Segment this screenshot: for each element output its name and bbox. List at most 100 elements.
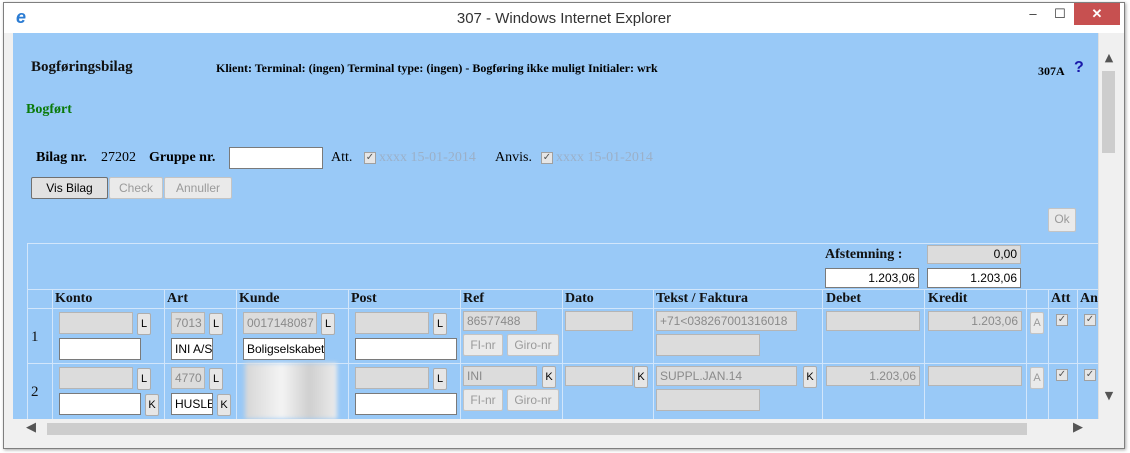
dato-input [565, 366, 633, 386]
col-debet: Debet [826, 291, 861, 306]
redacted-kunde [245, 363, 337, 419]
annuller-button[interactable]: Annuller [164, 177, 232, 199]
art-lookup-button[interactable]: L [209, 368, 223, 390]
col-kredit: Kredit [928, 291, 968, 306]
col-art: Art [167, 291, 188, 306]
post-text-input[interactable] [355, 393, 457, 415]
debet-input [826, 311, 920, 331]
att-row-checkbox[interactable]: ✓ [1056, 314, 1068, 326]
gruppe-nr-input[interactable] [229, 147, 323, 169]
status-text: Bogført [26, 102, 72, 117]
an-row-checkbox[interactable]: ✓ [1084, 314, 1096, 326]
page-title: Bogføringsbilag [31, 59, 133, 75]
row-number: 1 [31, 329, 39, 345]
vertical-scrollbar[interactable]: ▲ ▼ [1098, 33, 1118, 419]
col-tekst: Tekst / Faktura [656, 291, 749, 306]
check-button[interactable]: Check [109, 177, 163, 199]
row-divider [27, 363, 1098, 364]
konto-lookup-button[interactable]: L [137, 368, 151, 390]
art-text-input[interactable]: INI A/S [171, 338, 213, 360]
faktura-input [656, 334, 760, 356]
anvis-value: xxxx 15-01-2014 [556, 150, 653, 165]
post-lookup-button[interactable]: L [433, 368, 447, 390]
close-button[interactable]: ✕ [1074, 3, 1120, 25]
giro-nr-button[interactable]: Giro-nr [507, 389, 559, 411]
minimize-button[interactable]: ‒ [1020, 3, 1046, 25]
scroll-down-icon[interactable]: ▼ [1099, 389, 1119, 402]
art-code-input: 7013 [171, 312, 205, 334]
faktura-input [656, 389, 760, 411]
konto-text-input[interactable] [59, 338, 141, 360]
ok-button[interactable]: Ok [1048, 208, 1076, 232]
tekst-k-button[interactable]: K [803, 366, 817, 388]
title-bar: e 307 - Windows Internet Explorer ‒ ☐ ✕ [4, 3, 1124, 33]
tekst-input: +71<038267001316018 [656, 311, 797, 331]
kredit-input: 1.203,06 [928, 311, 1022, 331]
post-lookup-button[interactable]: L [433, 313, 447, 335]
col-post: Post [351, 291, 377, 306]
art-k-button[interactable]: K [217, 394, 231, 416]
konto-code-input [59, 367, 133, 389]
anvis-label: Anvis. [495, 150, 532, 165]
giro-nr-button[interactable]: Giro-nr [507, 334, 559, 356]
afstemning-kredit-total: 1.203,06 [927, 268, 1021, 288]
post-code-input [355, 367, 429, 389]
konto-k-button[interactable]: K [145, 394, 159, 416]
scroll-right-icon[interactable]: ▶ [1068, 420, 1088, 435]
col-ref: Ref [463, 291, 484, 306]
kunde-lookup-button[interactable]: L [321, 313, 335, 335]
row-number: 2 [31, 384, 39, 400]
konto-text-input[interactable] [59, 393, 141, 415]
col-kunde: Kunde [239, 291, 280, 306]
kredit-input [928, 366, 1022, 386]
fi-nr-button[interactable]: FI-nr [463, 334, 503, 356]
att-row-checkbox[interactable]: ✓ [1056, 369, 1068, 381]
kunde-text-input[interactable]: Boligselskabet [243, 338, 325, 360]
afstemning-diff: 0,00 [927, 245, 1021, 264]
col-att: Att [1051, 291, 1071, 306]
art-lookup-button[interactable]: L [209, 313, 223, 335]
vis-bilag-button[interactable]: Vis Bilag [31, 177, 108, 199]
col-dato: Dato [565, 291, 594, 306]
browser-window: e 307 - Windows Internet Explorer ‒ ☐ ✕ … [3, 2, 1125, 449]
a-button[interactable]: A [1030, 312, 1044, 334]
page-content: Bogføringsbilag Klient: Terminal: (ingen… [13, 33, 1098, 419]
gruppe-nr-label: Gruppe nr. [149, 150, 216, 165]
ref-input: INI [463, 366, 537, 386]
an-row-checkbox[interactable]: ✓ [1084, 369, 1096, 381]
konto-lookup-button[interactable]: L [137, 313, 151, 335]
scroll-left-icon[interactable]: ◀ [21, 420, 41, 435]
horizontal-scrollbar[interactable]: ◀ ▶ [13, 419, 1098, 439]
art-text-input[interactable]: HUSLEJE [171, 393, 213, 415]
afstemning-label: Afstemning : [825, 247, 903, 262]
afstemning-debet-total: 1.203,06 [825, 268, 919, 288]
a-button[interactable]: A [1030, 367, 1044, 389]
col-konto: Konto [55, 291, 93, 306]
att-checkbox[interactable]: ✓ [364, 152, 376, 164]
bilag-nr-label: Bilag nr. [36, 150, 87, 165]
maximize-button[interactable]: ☐ [1046, 3, 1074, 25]
window-title: 307 - Windows Internet Explorer [456, 10, 672, 27]
form-code: 307A [1038, 64, 1065, 78]
row-divider [27, 308, 1098, 309]
col-an: An [1080, 291, 1098, 306]
art-code-input: 4770 [171, 367, 205, 389]
tekst-input: SUPPL.JAN.14 [656, 366, 797, 386]
vertical-scroll-thumb[interactable] [1102, 71, 1115, 153]
post-text-input[interactable] [355, 338, 457, 360]
debet-input: 1.203,06 [826, 366, 920, 386]
scroll-up-icon[interactable]: ▲ [1099, 51, 1119, 64]
help-icon[interactable]: ? [1074, 59, 1084, 77]
client-info: Klient: Terminal: (ingen) Terminal type:… [216, 61, 658, 75]
ref-k-button[interactable]: K [542, 366, 556, 388]
ref-input: 86577488 [463, 311, 537, 331]
konto-code-input [59, 312, 133, 334]
horizontal-scroll-thumb[interactable] [47, 423, 1027, 435]
fi-nr-button[interactable]: FI-nr [463, 389, 503, 411]
att-value: xxxx 15-01-2014 [379, 150, 476, 165]
dato-input [565, 311, 633, 331]
anvis-checkbox[interactable]: ✓ [541, 152, 553, 164]
dato-k-button[interactable]: K [634, 366, 648, 388]
bilag-nr-value: 27202 [101, 150, 136, 165]
kunde-code-input: 0017148087 [243, 312, 317, 334]
